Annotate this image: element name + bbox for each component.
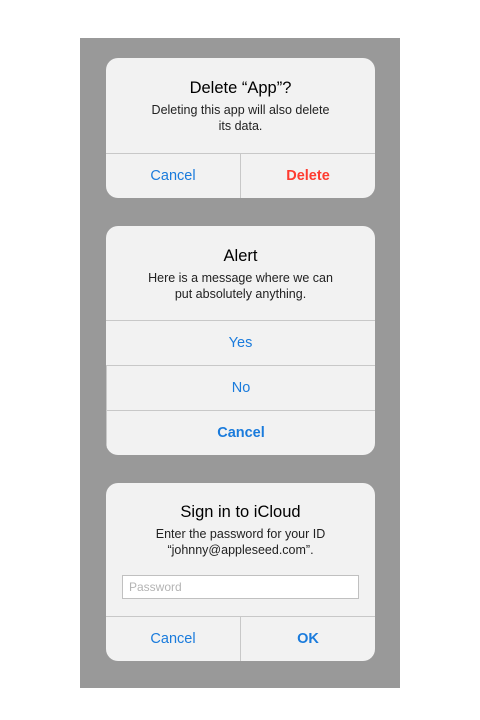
alert-message-line: Here is a message where we can [148, 271, 333, 285]
alert-content: Delete “App”? Deleting this app will als… [106, 78, 375, 134]
alert-title: Sign in to iCloud [180, 503, 301, 521]
cancel-button[interactable]: Cancel [106, 154, 240, 198]
delete-app-alert: Delete “App”? Deleting this app will als… [106, 58, 375, 198]
password-field[interactable] [122, 575, 359, 599]
alert-message-line: Deleting this app will also delete [151, 103, 330, 117]
alert-button-stack: Yes No Cancel [106, 320, 375, 455]
alert-message-line: put absolutely anything. [174, 287, 307, 301]
alert-title: Alert [223, 247, 258, 265]
alert-message: Enter the password for your ID “johnny@a… [118, 526, 363, 558]
alert-message-line: “johnny@appleseed.com”. [167, 543, 314, 557]
cancel-button[interactable]: Cancel [106, 617, 240, 661]
alert-message: Here is a message where we can put absol… [118, 270, 363, 302]
delete-button[interactable]: Delete [240, 154, 375, 198]
alert-button-row: Cancel Delete [106, 153, 375, 198]
generic-alert: Alert Here is a message where we can put… [106, 226, 375, 455]
alert-title: Delete “App”? [189, 79, 292, 97]
cancel-button[interactable]: Cancel [106, 410, 375, 455]
alert-message: Deleting this app will also delete its d… [118, 102, 363, 134]
alert-button-row: Cancel OK [106, 616, 375, 661]
alert-content: Sign in to iCloud Enter the password for… [106, 502, 375, 558]
no-button[interactable]: No [106, 365, 375, 410]
alert-content: Alert Here is a message where we can put… [106, 246, 375, 302]
ok-button[interactable]: OK [240, 617, 375, 661]
alert-message-line: Enter the password for your ID [155, 527, 326, 541]
sign-in-alert: Sign in to iCloud Enter the password for… [106, 483, 375, 661]
yes-button[interactable]: Yes [106, 320, 375, 365]
alert-message-line: its data. [218, 119, 263, 133]
